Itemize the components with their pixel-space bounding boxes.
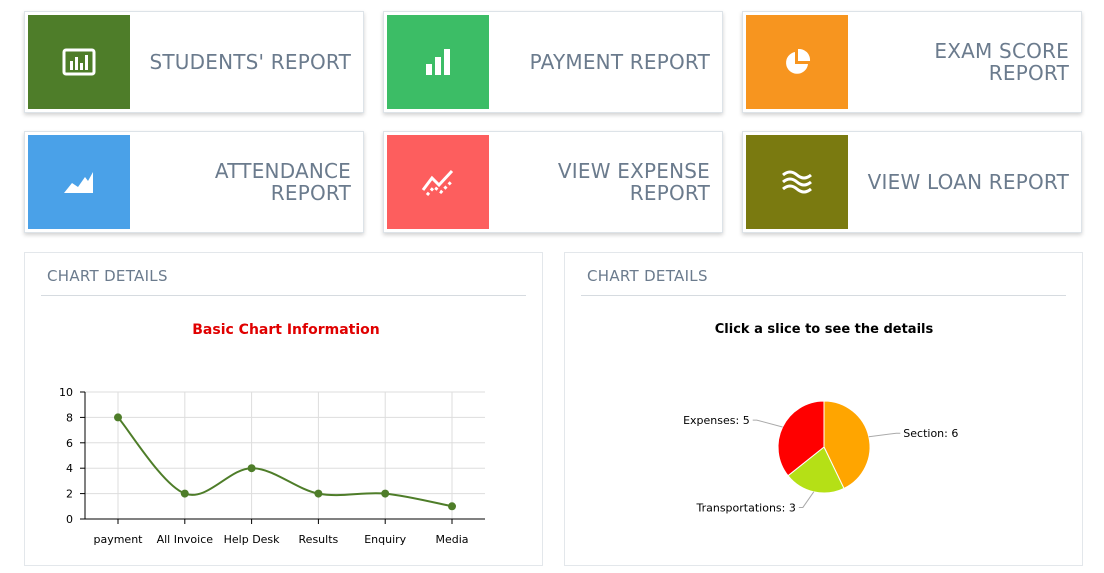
x-tick-label: All Invoice [157, 533, 214, 546]
bar-chart-box-icon [62, 48, 96, 76]
data-point[interactable] [381, 489, 390, 498]
slice-label: Section: 6 [903, 427, 958, 440]
attendance-report-label: ATTENDANCE REPORT [214, 159, 351, 205]
data-point[interactable] [247, 464, 256, 473]
area-chart-icon [64, 172, 93, 193]
line-chart-panel: CHART DETAILS Basic Chart Information 0 2 4… [24, 252, 543, 566]
x-tick-label: Media [435, 533, 468, 546]
x-tick-label: Enquiry [364, 533, 406, 546]
exam-score-report-tile[interactable]: EXAM SCORE REPORT [742, 11, 1082, 113]
students-report-tile[interactable]: STUDENTS' REPORT [24, 11, 364, 113]
payment-report-label: PAYMENT REPORT [529, 50, 710, 74]
tile-icon-box [746, 15, 848, 109]
pie-chart-panel: CHART DETAILS Click a slice to see the d… [564, 252, 1083, 566]
view-expense-report-tile[interactable]: VIEW EXPENSE REPORT [383, 131, 723, 233]
tile-icon-box [387, 15, 489, 109]
data-point[interactable] [180, 489, 189, 498]
data-point[interactable] [114, 413, 122, 422]
y-tick-label: 6 [66, 437, 73, 450]
pie-chart-icon [786, 48, 811, 74]
bar-chart-icon [426, 49, 450, 75]
pie-chart: Click a slice to see the details Section:… [683, 322, 958, 514]
data-point[interactable] [448, 502, 456, 511]
data-point[interactable] [314, 489, 323, 498]
slice-label: Transportations: 3 [695, 501, 795, 514]
view-expense-report-label: VIEW EXPENSE REPORT [557, 159, 710, 205]
trend-line-icon [421, 169, 454, 196]
x-tick-label: Help Desk [224, 533, 281, 546]
tile-icon-box [28, 135, 130, 229]
slice-connector [868, 432, 901, 438]
y-tick-label: 2 [66, 488, 73, 501]
chart-title: Click a slice to see the details [715, 322, 934, 337]
y-tick-label: 4 [66, 462, 73, 475]
view-loan-report-tile[interactable]: VIEW LOAN REPORT [742, 131, 1082, 233]
tile-icon-box [746, 135, 848, 229]
slice-connector [752, 419, 783, 428]
chart-title: Basic Chart Information [192, 322, 379, 338]
y-tick-label: 8 [66, 411, 73, 424]
students-report-label: STUDENTS' REPORT [149, 50, 351, 74]
y-tick-label: 10 [59, 386, 73, 399]
x-tick-label: Results [299, 533, 339, 546]
line-chart: Basic Chart Information 0 2 4 6 8 10 payment All… [59, 322, 485, 546]
x-tick-label: payment [93, 533, 143, 546]
exam-score-report-label: EXAM SCORE REPORT [934, 39, 1069, 85]
tile-icon-box [387, 135, 489, 229]
payment-report-tile[interactable]: PAYMENT REPORT [383, 11, 723, 113]
waves-icon [782, 170, 812, 194]
slice-connector [798, 491, 815, 508]
tile-icon-box [28, 15, 130, 109]
view-loan-report-label: VIEW LOAN REPORT [867, 170, 1069, 194]
attendance-report-tile[interactable]: ATTENDANCE REPORT [24, 131, 364, 233]
slice-label: Expenses: 5 [683, 414, 750, 427]
y-tick-label: 0 [66, 513, 73, 526]
series-line [117, 416, 453, 508]
